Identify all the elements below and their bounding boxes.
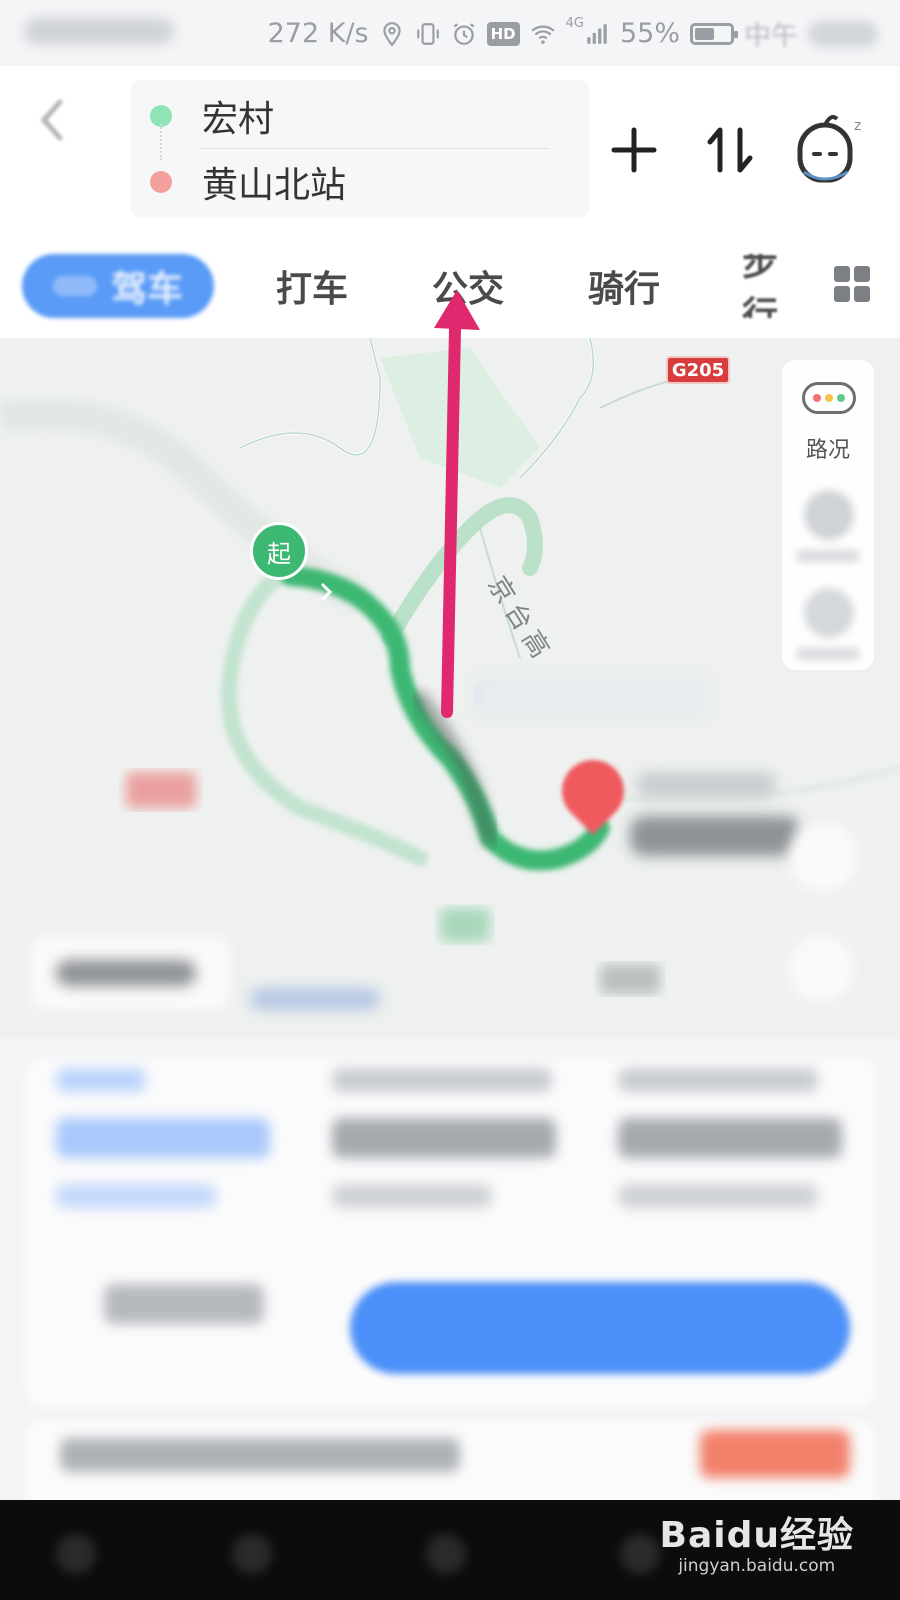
net-speed: 272 K/s bbox=[267, 18, 369, 49]
system-navigation-bar: Baidu经验 jingyan.baidu.com bbox=[0, 1500, 900, 1600]
promo-action-button[interactable] bbox=[700, 1430, 850, 1478]
destination-sublabel bbox=[630, 816, 800, 856]
traffic-light-icon[interactable] bbox=[802, 382, 856, 414]
location-icon bbox=[382, 21, 401, 46]
origin-text: 宏村 bbox=[202, 99, 275, 140]
watermark: Baidu经验 jingyan.baidu.com bbox=[660, 1506, 854, 1576]
route-results-sheet bbox=[0, 1038, 900, 1510]
route-input-box: 宏村 黄山北站 bbox=[130, 80, 590, 218]
back-chevron-icon[interactable] bbox=[34, 96, 68, 144]
route-tag-recommended bbox=[56, 1068, 146, 1092]
route-option-2-time[interactable] bbox=[332, 1118, 556, 1158]
layer-toggle-icon[interactable] bbox=[804, 490, 854, 540]
map-control-panel: 路况 bbox=[782, 360, 874, 670]
nav-back-button[interactable] bbox=[232, 1534, 272, 1574]
carrier-name bbox=[24, 18, 174, 44]
network-type: 4G bbox=[565, 16, 584, 31]
locate-button[interactable] bbox=[788, 822, 858, 892]
destination-text: 黄山北站 bbox=[202, 165, 347, 206]
clock-blurred bbox=[808, 20, 878, 47]
destination-row[interactable]: 黄山北站 bbox=[150, 152, 346, 212]
tab-drive[interactable]: 驾车 bbox=[22, 254, 214, 318]
highway-badge: G205 bbox=[666, 356, 730, 384]
route-option-3-tag bbox=[618, 1068, 818, 1092]
wifi-icon bbox=[531, 25, 555, 44]
start-marker[interactable]: 起 bbox=[250, 522, 308, 580]
hd-icon: HD bbox=[486, 21, 520, 46]
map-canvas bbox=[0, 338, 900, 1038]
destination-dot-icon bbox=[150, 171, 172, 193]
destination-label bbox=[636, 772, 776, 798]
layer-toggle-label bbox=[796, 550, 860, 562]
battery-percent: 55% bbox=[619, 18, 680, 49]
promo-text bbox=[60, 1438, 460, 1472]
route-option-2-tag bbox=[332, 1068, 552, 1092]
map-route-option-text bbox=[56, 960, 196, 986]
tab-bike[interactable]: 骑行 bbox=[588, 254, 660, 318]
watermark-url: jingyan.baidu.com bbox=[678, 1556, 836, 1576]
route-option-3-time[interactable] bbox=[618, 1118, 842, 1158]
nav-menu-button[interactable] bbox=[56, 1534, 96, 1574]
transport-mode-tabs: 驾车 打车 公交 骑行 步行 bbox=[0, 236, 900, 336]
report-label bbox=[796, 648, 860, 660]
nav-recents-button[interactable] bbox=[620, 1534, 660, 1574]
start-navigation-button[interactable] bbox=[350, 1282, 850, 1374]
status-icons: 272 K/s HD 4G 55% 中午 bbox=[268, 14, 878, 53]
swap-route-icon[interactable] bbox=[700, 120, 760, 180]
origin-row[interactable]: 宏村 bbox=[150, 86, 274, 146]
add-waypoint-plus-icon[interactable] bbox=[604, 120, 664, 180]
assistant-avatar-icon[interactable]: z bbox=[780, 110, 870, 190]
tab-walk[interactable]: 步行 bbox=[742, 254, 802, 318]
battery-icon bbox=[690, 22, 738, 45]
compass-button[interactable] bbox=[788, 936, 854, 1002]
poi-callout[interactable] bbox=[470, 674, 710, 720]
alarm-icon bbox=[453, 22, 474, 45]
svg-text:z: z bbox=[854, 118, 861, 134]
map-view[interactable]: G205 京台高 起 路况 bbox=[0, 338, 900, 1038]
route-preview-button[interactable] bbox=[104, 1284, 264, 1324]
traffic-label[interactable]: 路况 bbox=[782, 432, 874, 464]
map-scale bbox=[250, 988, 380, 1010]
watermark-brand: Baidu经验 bbox=[659, 1515, 854, 1556]
report-icon[interactable] bbox=[804, 588, 854, 638]
route-option-1-detail bbox=[56, 1184, 216, 1208]
route-option-3-detail bbox=[618, 1184, 818, 1208]
tab-bus[interactable]: 公交 bbox=[432, 254, 504, 318]
status-bar: 272 K/s HD 4G 55% 中午 bbox=[0, 0, 900, 66]
more-modes-grid-icon[interactable] bbox=[834, 266, 870, 302]
signal-icon bbox=[587, 23, 607, 44]
battery-level bbox=[695, 27, 714, 40]
route-divider bbox=[200, 148, 550, 149]
route-option-1-time[interactable] bbox=[56, 1118, 270, 1158]
tab-drive-label: 驾车 bbox=[110, 269, 183, 310]
nav-home-button[interactable] bbox=[426, 1534, 466, 1574]
vibrate-icon bbox=[416, 22, 439, 45]
car-icon bbox=[52, 276, 97, 296]
route-option-2-detail bbox=[332, 1184, 492, 1208]
tab-taxi[interactable]: 打车 bbox=[276, 254, 348, 318]
clock: 中午 bbox=[744, 21, 798, 52]
